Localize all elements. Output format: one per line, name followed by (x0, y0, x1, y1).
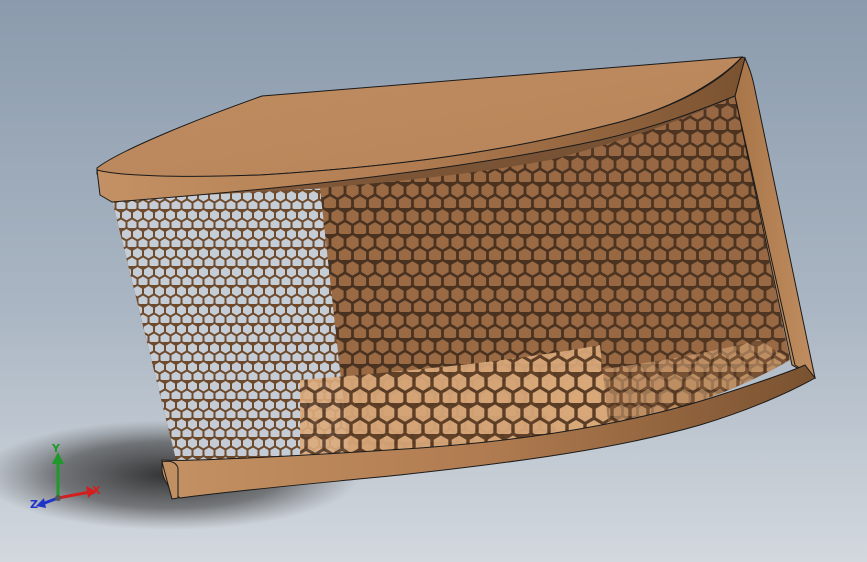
graphics-viewport[interactable]: Y X Z (0, 0, 867, 562)
z-axis-label: Z (30, 498, 38, 511)
coordinate-triad: Y X Z (30, 442, 101, 511)
x-axis-line (57, 490, 91, 500)
x-axis-label: X (92, 484, 101, 497)
y-axis-label: Y (51, 442, 61, 455)
triad-origin (55, 495, 61, 501)
model-scene[interactable] (0, 0, 867, 562)
